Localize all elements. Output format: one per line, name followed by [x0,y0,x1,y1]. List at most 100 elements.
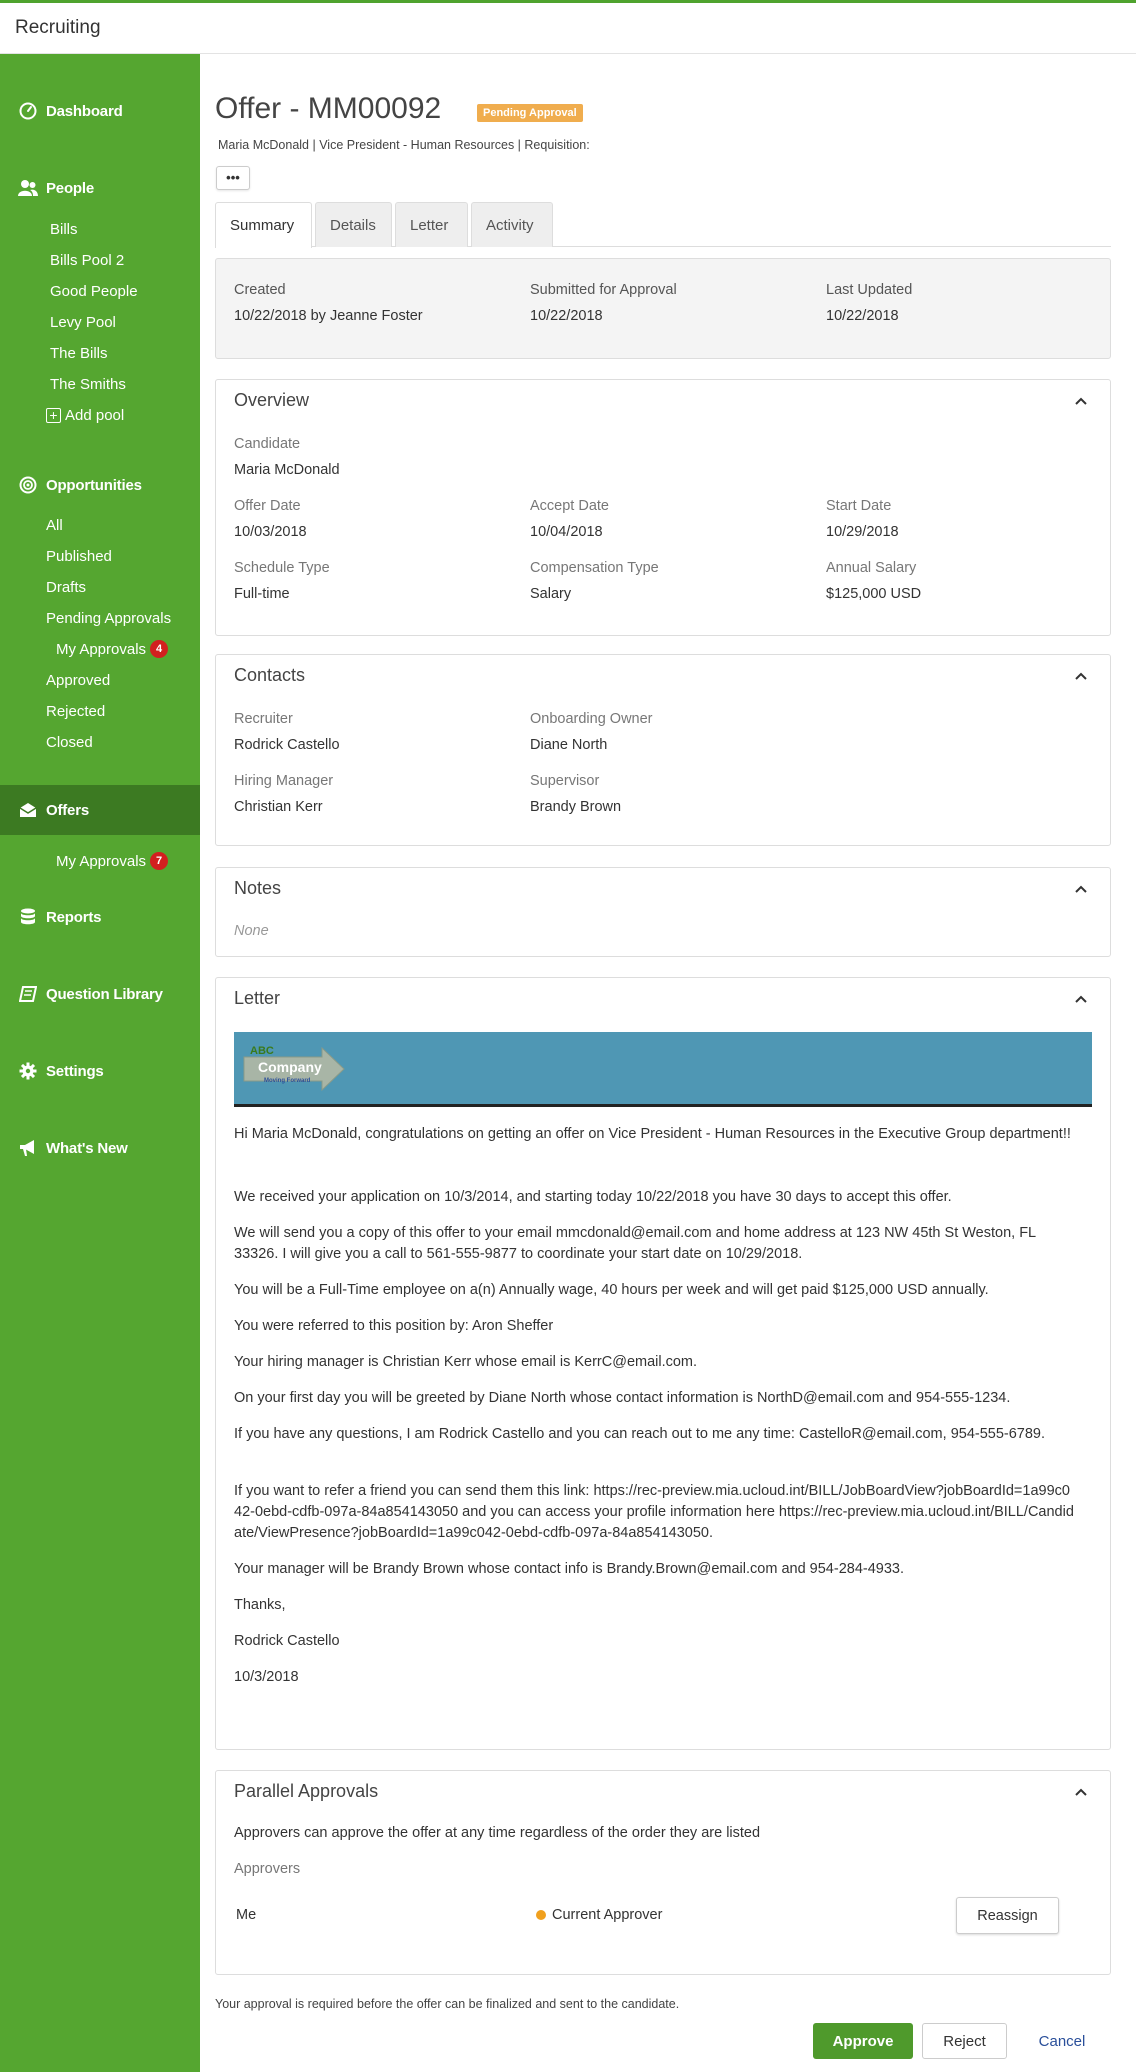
letter-paragraph: You will be a Full-Time employee on a(n)… [234,1282,989,1298]
schedule-value: Full-time [234,586,290,602]
letter-paragraph: Thanks, [234,1597,286,1613]
approver-status: Current Approver [536,1907,662,1923]
sidebar: Dashboard People Bills Bills Pool 2 Good… [0,54,200,2072]
offer-meta-card: Created 10/22/2018 by Jeanne Foster Subm… [215,258,1111,359]
contacts-title: Contacts [234,665,306,685]
notes-value: None [234,923,269,939]
letter-paragraph: You were referred to this position by: A… [234,1318,554,1334]
parallel-description: Approvers can approve the offer at any t… [234,1825,761,1841]
chevron-up-icon[interactable] [1074,1785,1088,1799]
logo-company-text: Company [258,1059,322,1075]
tab-letter[interactable]: Letter [395,202,468,247]
supervisor-label: Supervisor [530,773,600,789]
notes-card: Notes None [215,867,1111,957]
candidate-label: Candidate [234,436,301,452]
salary-label: Annual Salary [826,560,917,576]
hiring-manager-label: Hiring Manager [234,773,334,789]
opportunities-my-approvals-label: My Approvals [56,640,147,658]
reassign-button[interactable]: Reassign [956,1897,1059,1934]
letter-paragraph: Hi Maria McDonald, congratulations on ge… [234,1126,1071,1142]
created-value: 10/22/2018 by Jeanne Foster [234,308,423,324]
nav-whats-new[interactable]: What's New [0,1125,200,1171]
letter-card: Letter ABC Company Moving Forward Hi Mar… [215,977,1111,1750]
status-dot-icon [536,1910,546,1920]
database-icon [18,907,38,927]
logo-abc-text: ABC [250,1045,274,1057]
pool-item[interactable]: Bills [50,218,78,240]
onboarding-label: Onboarding Owner [530,711,653,727]
opportunities-drafts[interactable]: Drafts [46,576,86,598]
offers-my-approvals[interactable]: My Approvals 7 [56,850,169,872]
nav-reports[interactable]: Reports [0,894,200,940]
chevron-up-icon[interactable] [1074,882,1088,896]
opportunities-all[interactable]: All [46,514,63,536]
cancel-button[interactable]: Cancel [1017,2023,1107,2059]
letter-paragraph: We received your application on 10/3/201… [234,1189,952,1205]
accept-date-label: Accept Date [530,498,609,514]
approvers-label: Approvers [234,1861,301,1877]
start-date-label: Start Date [826,498,892,514]
logo-tagline-text: Moving Forward [264,1078,311,1084]
onboarding-value: Diane North [530,737,608,753]
submitted-label: Submitted for Approval [530,282,677,298]
start-date-value: 10/29/2018 [826,524,899,540]
reject-button[interactable]: Reject [922,2023,1007,2059]
nav-settings[interactable]: Settings [0,1048,200,1094]
pool-item[interactable]: Levy Pool [50,311,116,333]
pool-item[interactable]: Bills Pool 2 [50,249,124,271]
opportunities-my-approvals[interactable]: My Approvals 4 [56,638,169,660]
pool-item[interactable]: Good People [50,280,138,302]
approver-name: Me [236,1907,257,1923]
gear-icon [18,1061,38,1081]
nav-people[interactable]: People [0,165,200,211]
pool-item[interactable]: The Bills [50,342,108,364]
accept-date-value: 10/04/2018 [530,524,603,540]
offer-date-label: Offer Date [234,498,301,514]
offer-date-value: 10/03/2018 [234,524,307,540]
updated-value: 10/22/2018 [826,308,899,324]
comp-value: Salary [530,586,572,602]
tab-bar: Summary Details Letter Activity [215,202,1111,248]
status-badge: Pending Approval [477,104,583,122]
nav-dashboard-label: Dashboard [46,102,123,120]
pool-item[interactable]: The Smiths [50,373,126,395]
add-pool-link[interactable]: + Add pool [46,404,124,426]
overview-card: Overview Candidate Maria McDonald Offer … [215,379,1111,636]
letter-title: Letter [234,988,281,1008]
chevron-up-icon[interactable] [1074,992,1088,1006]
approve-button[interactable]: Approve [813,2023,913,2059]
opportunities-approved[interactable]: Approved [46,669,110,691]
nav-dashboard[interactable]: Dashboard [0,88,200,134]
chevron-up-icon[interactable] [1074,394,1088,408]
opportunities-pending[interactable]: Pending Approvals [46,607,171,629]
tab-activity[interactable]: Activity [471,202,553,247]
tab-details[interactable]: Details [315,202,392,247]
more-actions-button[interactable]: ••• [216,166,250,190]
comp-label: Compensation Type [530,560,659,576]
chevron-up-icon[interactable] [1074,669,1088,683]
top-bar: Recruiting [0,0,1136,54]
nav-offers[interactable]: Offers [0,785,200,835]
tab-summary[interactable]: Summary [215,202,312,248]
supervisor-value: Brandy Brown [530,799,622,815]
envelope-icon [18,800,38,820]
notes-title: Notes [234,878,282,898]
letter-paragraph: If you have any questions, I am Rodrick … [234,1426,1046,1442]
megaphone-icon [18,1138,38,1158]
target-icon [18,475,38,495]
letter-paragraph: On your first day you will be greeted by… [234,1390,1011,1406]
nav-question-library-label: Question Library [46,985,163,1003]
hiring-manager-value: Christian Kerr [234,799,323,815]
contacts-card: Contacts Recruiter Rodrick Castello Onbo… [215,654,1111,846]
nav-opportunities[interactable]: Opportunities [0,462,200,508]
letter-paragraph: Your hiring manager is Christian Kerr wh… [234,1354,698,1370]
plus-square-icon: + [46,407,61,423]
nav-offers-label: Offers [46,801,89,819]
parallel-approvals-title: Parallel Approvals [234,1781,379,1801]
created-label: Created [234,282,286,298]
opportunities-rejected[interactable]: Rejected [46,700,105,722]
offers-my-approvals-label: My Approvals [56,852,147,870]
nav-question-library[interactable]: Question Library [0,971,200,1017]
opportunities-closed[interactable]: Closed [46,731,93,753]
opportunities-published[interactable]: Published [46,545,112,567]
